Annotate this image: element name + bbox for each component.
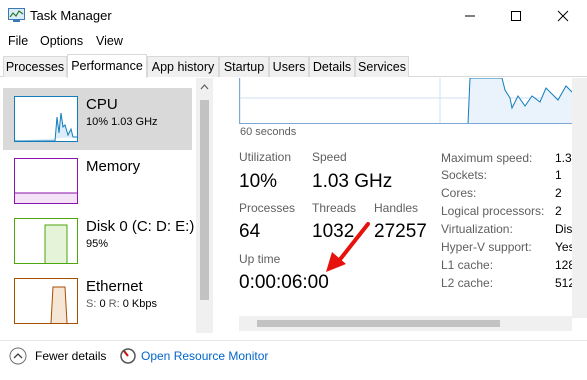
resource-item-memory[interactable]: Memory [3,150,192,212]
menu-view[interactable]: View [96,34,123,48]
spec-label: Hyper-V support: [441,240,532,254]
cpu-label: CPU [86,96,118,113]
fewer-details-button[interactable] [9,347,27,365]
close-icon [557,10,569,22]
processes-label: Processes [239,201,296,215]
spec-label: Logical processors: [441,204,545,218]
fewer-details-link[interactable]: Fewer details [35,349,106,363]
graph-time-label: 60 seconds [240,126,297,138]
ethernet-receive-label: R: [108,298,120,310]
resource-list-scrollbar[interactable] [196,78,213,333]
tab-services[interactable]: Services [355,56,409,77]
tab-startup[interactable]: Startup [219,56,269,77]
disk-mini-graph [14,218,78,264]
speed-value: 1.03 GHz [312,171,393,192]
window-title: Task Manager [30,8,112,23]
ethernet-send-label: S: [86,298,97,310]
tab-users[interactable]: Users [269,56,309,77]
spec-label: Cores: [441,186,477,200]
resource-item-disk[interactable]: Disk 0 (C: D: E:) 95% [3,210,195,272]
details-horizontal-scrollbar[interactable] [239,316,572,331]
cpu-mini-graph [14,96,78,142]
spec-label: L2 cache: [441,276,494,290]
tab-performance[interactable]: Performance [67,54,147,78]
resource-item-cpu[interactable]: CPU 10% 1.03 GHz [3,88,192,150]
task-manager-icon [8,8,25,22]
memory-mini-graph [14,158,78,204]
tab-details[interactable]: Details [309,56,355,77]
resource-list: CPU 10% 1.03 GHz Memory Disk 0 (C: D: E:… [0,78,212,340]
menu-options[interactable]: Options [40,34,83,48]
spec-value: 1.3 [555,151,572,165]
details-vertical-scrollbar[interactable] [572,78,587,318]
resource-item-ethernet[interactable]: Ethernet S: 0 R: 0 Kbps [3,270,192,332]
tab-app-history[interactable]: App history [147,56,219,77]
utilization-value: 10% [239,171,278,192]
ethernet-mini-graph [14,278,78,324]
maximize-button[interactable] [493,0,539,32]
tab-bar: Processes Performance App history Startu… [0,54,587,78]
maximize-icon [511,11,521,21]
annotation-arrow-icon [326,222,370,272]
disk-summary: 95% [86,238,109,250]
cpu-utilization-graph [239,78,586,124]
spec-label: Maximum speed: [441,151,533,165]
open-resource-monitor-link[interactable]: Open Resource Monitor [141,349,268,363]
disk-label: Disk 0 (C: D: E:) [86,218,195,235]
menu-file[interactable]: File [8,34,28,48]
handles-label: Handles [374,201,419,215]
close-button[interactable] [540,0,586,32]
uptime-value: 0:00:06:00 [239,272,329,293]
uptime-label: Up time [239,252,281,266]
memory-sparkline [15,192,77,203]
spec-value: Yes [555,240,572,254]
details-horizontal-scroll-thumb[interactable] [257,320,500,327]
chevron-up-icon [9,347,27,365]
spec-value: 1 [555,168,562,182]
ethernet-summary: S: 0 R: 0 Kbps [86,298,157,310]
speed-label: Speed [312,150,347,164]
tab-processes[interactable]: Processes [3,56,67,77]
spec-value: 512 [555,276,572,290]
scroll-up-icon[interactable] [200,84,209,90]
spec-label: Sockets: [441,168,488,182]
spec-value: 2 [555,204,562,218]
cpu-sparkline [15,112,77,142]
cpu-summary: 10% 1.03 GHz [86,116,158,128]
footer-bar: Fewer details Open Resource Monitor [0,340,587,380]
menu-bar: File Options View [0,32,587,52]
title-bar: Task Manager [0,0,587,32]
ethernet-sparkline [50,286,68,324]
cpu-graph-plot [240,78,586,123]
handles-value: 27257 [374,221,427,242]
spec-label: Virtualization: [441,222,513,236]
memory-label: Memory [86,158,141,175]
threads-label: Threads [312,201,357,215]
resource-monitor-icon[interactable] [119,347,137,365]
spec-label: L1 cache: [441,258,494,272]
ethernet-send-value: 0 [99,298,106,310]
resource-list-scroll-thumb[interactable] [200,100,209,300]
spec-value: 2 [555,186,562,200]
minimize-icon [465,15,475,17]
ethernet-label: Ethernet [86,278,143,295]
disk-sparkline [44,224,68,263]
minimize-button[interactable] [447,0,493,32]
processes-value: 64 [239,221,261,242]
utilization-label: Utilization [239,150,292,164]
ethernet-receive-value: 0 Kbps [122,298,157,310]
spec-value: Dis [555,222,572,236]
spec-value: 128 [555,258,572,272]
